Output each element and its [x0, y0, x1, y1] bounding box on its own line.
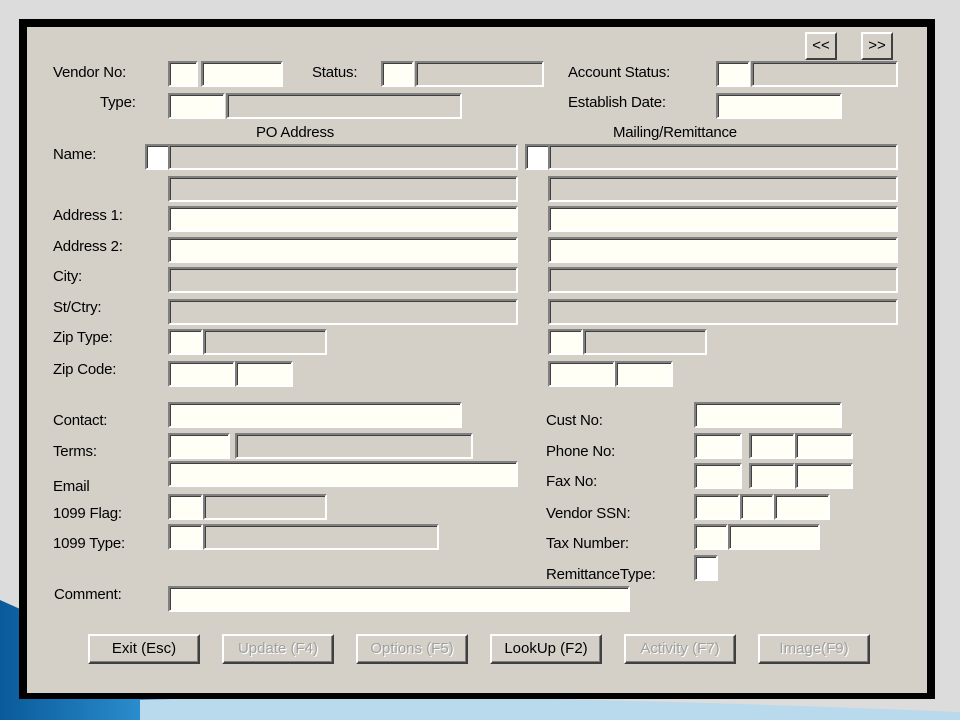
fax-no-label: Fax No:: [546, 473, 598, 490]
comment-field[interactable]: [168, 586, 630, 612]
mailing-city-field: [548, 267, 898, 293]
mailing-zip-type-description-field: [583, 329, 707, 355]
account-status-label: Account Status:: [568, 64, 671, 81]
vendor-ssn-label: Vendor SSN:: [546, 505, 631, 522]
contact-field[interactable]: [168, 402, 462, 428]
tax-number-prefix-field[interactable]: [694, 524, 728, 550]
lookup-button[interactable]: LookUp (F2): [490, 634, 602, 664]
address2-label: Address 2:: [53, 238, 123, 255]
type-label: Type:: [100, 94, 136, 111]
status-description-field: [415, 61, 544, 87]
fax-area-code-field[interactable]: [694, 463, 742, 489]
phone-prefix-field[interactable]: [749, 433, 795, 459]
previous-record-button[interactable]: <<: [805, 32, 837, 60]
tax-number-label: Tax Number:: [546, 535, 629, 552]
address1-label: Address 1:: [53, 207, 123, 224]
vendor-ssn-part1-field[interactable]: [694, 494, 740, 520]
fax-prefix-field[interactable]: [749, 463, 795, 489]
status-label: Status:: [312, 64, 358, 81]
update-button[interactable]: Update (F4): [222, 634, 334, 664]
po-zip-type-code-field[interactable]: [168, 329, 203, 355]
cust-no-label: Cust No:: [546, 412, 603, 429]
remittance-type-field[interactable]: [694, 555, 718, 581]
email-label: Email: [53, 478, 90, 495]
po-address2-field[interactable]: [168, 237, 518, 263]
vendor-no-prefix-field[interactable]: [168, 61, 198, 87]
type-description-field: [226, 93, 462, 119]
terms-label: Terms:: [53, 443, 97, 460]
next-record-button[interactable]: >>: [861, 32, 893, 60]
terms-description-field: [235, 433, 473, 459]
terms-code-field[interactable]: [168, 433, 230, 459]
account-status-description-field: [751, 61, 898, 87]
vendor-form-panel: << >> Vendor No: Status: Account Status:…: [27, 27, 927, 693]
vendor-ssn-part2-field[interactable]: [740, 494, 774, 520]
vendor-no-label: Vendor No:: [53, 64, 127, 81]
establish-date-field[interactable]: [716, 93, 842, 119]
establish-date-label: Establish Date:: [568, 94, 666, 111]
phone-area-code-field[interactable]: [694, 433, 742, 459]
options-button[interactable]: Options (F5): [356, 634, 468, 664]
zip-type-label: Zip Type:: [53, 329, 113, 346]
flag-1099-label: 1099 Flag:: [53, 505, 122, 522]
mailing-address1-field[interactable]: [548, 206, 898, 232]
tax-number-field[interactable]: [728, 524, 820, 550]
status-code-field[interactable]: [381, 61, 414, 87]
po-zip-code-field[interactable]: [168, 361, 235, 387]
mailing-zip-code-field[interactable]: [548, 361, 615, 387]
phone-no-label: Phone No:: [546, 443, 616, 460]
remittance-type-label: RemittanceType:: [546, 566, 656, 583]
st-ctry-label: St/Ctry:: [53, 299, 102, 316]
vendor-no-field[interactable]: [201, 61, 283, 87]
type-code-field[interactable]: [168, 93, 225, 119]
email-field[interactable]: [168, 461, 518, 487]
flag-1099-description-field: [203, 494, 327, 520]
flag-1099-code-field[interactable]: [168, 494, 203, 520]
po-city-field: [168, 267, 518, 293]
po-name-checkbox[interactable]: [145, 144, 170, 170]
mailing-zip-type-code-field[interactable]: [548, 329, 583, 355]
mailing-name-checkbox[interactable]: [525, 144, 550, 170]
po-zip-ext-field[interactable]: [235, 361, 293, 387]
comment-label: Comment:: [54, 586, 122, 603]
account-status-code-field[interactable]: [716, 61, 750, 87]
mailing-remittance-heading: Mailing/Remittance: [613, 124, 737, 141]
contact-label: Contact:: [53, 412, 108, 429]
po-zip-type-description-field: [203, 329, 327, 355]
po-name2-field: [168, 176, 518, 202]
type-1099-code-field[interactable]: [168, 524, 203, 550]
image-button[interactable]: Image(F9): [758, 634, 870, 664]
po-name-field: [168, 144, 518, 170]
zip-code-label: Zip Code:: [53, 361, 117, 378]
po-address1-field[interactable]: [168, 206, 518, 232]
mailing-name-field: [548, 144, 898, 170]
activity-button[interactable]: Activity (F7): [624, 634, 736, 664]
city-label: City:: [53, 268, 83, 285]
type-1099-label: 1099 Type:: [53, 535, 125, 552]
fax-line-field[interactable]: [795, 463, 853, 489]
po-st-ctry-field: [168, 299, 518, 325]
exit-button[interactable]: Exit (Esc): [88, 634, 200, 664]
cust-no-field[interactable]: [694, 402, 842, 428]
mailing-st-ctry-field: [548, 299, 898, 325]
phone-line-field[interactable]: [795, 433, 853, 459]
mailing-address2-field[interactable]: [548, 237, 898, 263]
type-1099-description-field: [203, 524, 439, 550]
po-address-heading: PO Address: [256, 124, 335, 141]
mailing-zip-ext-field[interactable]: [615, 361, 673, 387]
name-label: Name:: [53, 146, 97, 163]
mailing-name2-field: [548, 176, 898, 202]
vendor-ssn-part3-field[interactable]: [774, 494, 830, 520]
